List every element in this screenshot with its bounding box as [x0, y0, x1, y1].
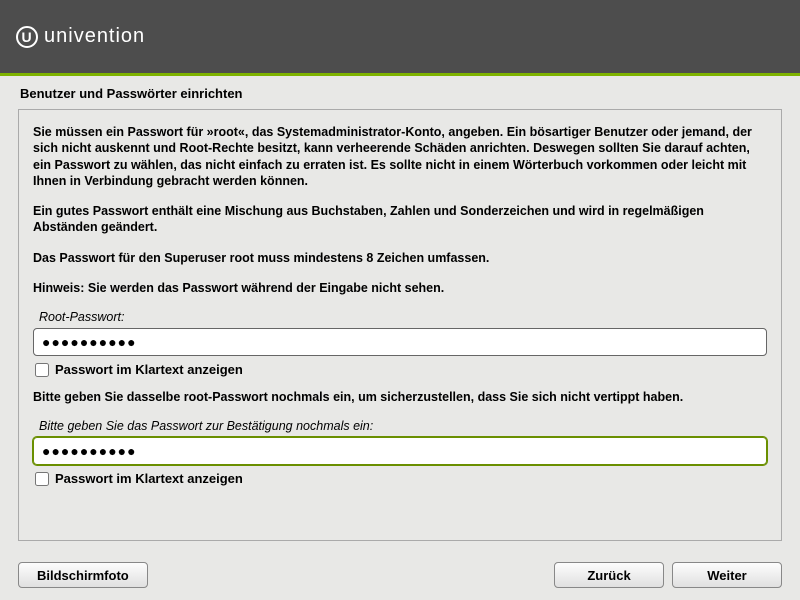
univention-icon: U — [16, 26, 38, 48]
screenshot-button[interactable]: Bildschirmfoto — [18, 562, 148, 588]
back-button[interactable]: Zurück — [554, 562, 664, 588]
brand-text: univention — [44, 25, 145, 48]
content-panel: Sie müssen ein Passwort für »root«, das … — [18, 109, 782, 541]
brand-logo: U univention — [16, 25, 145, 48]
root-password-input[interactable] — [33, 328, 767, 356]
page-title: Benutzer und Passwörter einrichten — [0, 76, 800, 109]
root-password-label: Root-Passwort: — [39, 310, 767, 324]
confirm-paragraph: Bitte geben Sie dasselbe root-Passwort n… — [33, 389, 767, 405]
show-password-label-1[interactable]: Passwort im Klartext anzeigen — [55, 362, 243, 377]
header: U univention — [0, 0, 800, 76]
min-length-note: Das Passwort für den Superuser root muss… — [33, 250, 767, 266]
show-password-checkbox-1[interactable] — [35, 363, 49, 377]
show-password-checkbox-2[interactable] — [35, 472, 49, 486]
intro-paragraph-1: Sie müssen ein Passwort für »root«, das … — [33, 124, 767, 189]
confirm-password-label: Bitte geben Sie das Passwort zur Bestäti… — [39, 419, 767, 433]
intro-paragraph-2: Ein gutes Passwort enthält eine Mischung… — [33, 203, 767, 236]
visibility-note: Hinweis: Sie werden das Passwort während… — [33, 280, 767, 296]
next-button[interactable]: Weiter — [672, 562, 782, 588]
show-password-label-2[interactable]: Passwort im Klartext anzeigen — [55, 471, 243, 486]
button-bar: Bildschirmfoto Zurück Weiter — [18, 562, 782, 588]
confirm-password-input[interactable] — [33, 437, 767, 465]
